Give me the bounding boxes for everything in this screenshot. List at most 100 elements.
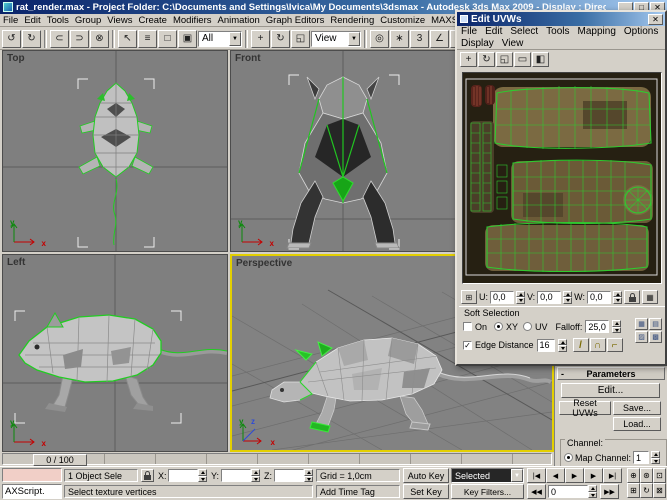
timeline-slider[interactable]: 0 / 100 <box>33 454 87 466</box>
falloff-spinner[interactable] <box>612 320 622 333</box>
vp-nav-zoom-all[interactable]: ⊛ <box>640 468 653 483</box>
menu-rendering[interactable]: Rendering <box>327 15 377 26</box>
uvw-menu-display[interactable]: Display <box>457 38 498 50</box>
map-channel-radio[interactable] <box>564 453 573 462</box>
uvw-tool-scale[interactable]: ◱ <box>496 51 513 67</box>
v-spinner[interactable] <box>563 290 573 304</box>
toolbar-rectangular-region[interactable]: □ <box>158 29 177 48</box>
current-time-field[interactable]: 0 <box>548 485 588 498</box>
menu-customize[interactable]: Customize <box>377 15 428 26</box>
transport-go-to-start[interactable]: |◀ <box>527 468 546 483</box>
vp-nav-zoom-extents[interactable]: ⊡ <box>653 468 666 483</box>
edit-uvws-button[interactable]: Edit... <box>561 383 660 398</box>
time-spinner[interactable] <box>588 485 597 498</box>
z-spinner[interactable] <box>304 469 313 482</box>
viewport-top-label[interactable]: Top <box>7 53 25 64</box>
v-field[interactable]: 0,0 <box>537 290 562 304</box>
previous-key-button[interactable]: ◀◀ <box>527 484 546 499</box>
transport-previous-frame[interactable]: ◀ <box>546 468 565 483</box>
key-filters-button[interactable]: Key Filters... <box>451 484 524 499</box>
toolbar-select-and-manipulate[interactable]: ∗ <box>390 29 409 48</box>
edge-distance-checkbox[interactable]: ✓ <box>463 340 472 350</box>
uvw-tool-freeform-mode[interactable]: ▭ <box>514 51 531 67</box>
key-mode-dropdown[interactable]: Selected ▼ <box>451 468 524 483</box>
snap-grid-toggle[interactable]: ▦ <box>642 290 659 304</box>
y-field[interactable] <box>221 469 251 482</box>
selection-filter-dropdown[interactable]: All ▼ <box>198 30 242 47</box>
soft-sel-paint-soft-selection[interactable]: ▦ <box>635 318 648 330</box>
edge-distance-field[interactable]: 16 <box>536 338 555 352</box>
w-field[interactable]: 0,0 <box>587 290 612 304</box>
toolbar-select-and-move[interactable]: + <box>251 29 270 48</box>
reference-coordinate-dropdown[interactable]: View ▼ <box>311 30 361 47</box>
viewport-left[interactable]: Left x y <box>2 254 228 452</box>
map-channel-spinner[interactable] <box>651 451 661 464</box>
uv-editor-canvas[interactable] <box>462 72 662 284</box>
menu-create[interactable]: Create <box>135 15 170 26</box>
parameters-rollout-header[interactable]: - Parameters <box>557 367 665 380</box>
z-field[interactable] <box>274 469 304 482</box>
map-channel-field[interactable]: 1 <box>633 451 650 464</box>
y-spinner[interactable] <box>251 469 260 482</box>
set-key-button[interactable]: Set Key <box>403 484 449 499</box>
uvw-tool-rotate[interactable]: ↻ <box>478 51 495 67</box>
toolbar-undo[interactable]: ↺ <box>2 29 21 48</box>
maxscript-mini-listener-pink[interactable] <box>2 468 62 482</box>
menu-views[interactable]: Views <box>104 15 135 26</box>
timeline-track[interactable]: 0 / 100 <box>2 453 552 466</box>
uvw-menu-select[interactable]: Select <box>506 26 542 38</box>
selection-lock-button[interactable] <box>141 469 154 482</box>
soft-sel-paint-reset[interactable]: ▩ <box>649 331 662 343</box>
curve-falloff-fast[interactable]: ⌐ <box>606 338 623 352</box>
save-uvws-button[interactable]: Save... <box>613 401 661 415</box>
transport-play[interactable]: ▶ <box>565 468 584 483</box>
uvw-tool-move[interactable]: + <box>460 51 477 67</box>
toolbar-redo[interactable]: ↻ <box>22 29 41 48</box>
toolbar-select-and-link[interactable]: ⊂ <box>50 29 69 48</box>
maxscript-mini-listener[interactable]: AXScript. <box>2 484 62 499</box>
u-field[interactable]: 0,0 <box>490 290 514 304</box>
uvw-menu-view[interactable]: View <box>498 38 528 50</box>
menu-modifiers[interactable]: Modifiers <box>170 15 215 26</box>
uvw-menu-options[interactable]: Options <box>620 26 662 38</box>
auto-key-button[interactable]: Auto Key <box>403 468 449 483</box>
toolbar-select-and-rotate[interactable]: ↻ <box>271 29 290 48</box>
load-uvws-button[interactable]: Load... <box>613 417 661 431</box>
menu-edit[interactable]: Edit <box>21 15 43 26</box>
menu-animation[interactable]: Animation <box>215 15 263 26</box>
viewport-top[interactable]: Top x y <box>2 50 228 252</box>
toolbar-snaps-toggle[interactable]: 3 <box>410 29 429 48</box>
next-key-button[interactable]: ▶▶ <box>600 484 619 499</box>
uvw-menu-mapping[interactable]: Mapping <box>574 26 620 38</box>
falloff-field[interactable]: 25,0 <box>585 320 610 333</box>
edit-uvws-close-button[interactable]: ✕ <box>648 13 663 25</box>
uvw-menu-tools[interactable]: Tools <box>542 26 573 38</box>
menu-file[interactable]: File <box>0 15 21 26</box>
soft-sel-paint-options[interactable]: ▨ <box>635 331 648 343</box>
reset-uvws-button[interactable]: Reset UVWs <box>559 398 611 418</box>
menu-graph-editors[interactable]: Graph Editors <box>263 15 328 26</box>
u-spinner[interactable] <box>516 290 525 304</box>
vp-nav-arc-rotate[interactable]: ↻ <box>640 483 653 498</box>
xy-radio[interactable] <box>494 322 504 331</box>
curve-falloff-linear[interactable]: / <box>572 338 589 352</box>
x-field[interactable] <box>168 469 198 482</box>
viewport-front-label[interactable]: Front <box>235 53 261 64</box>
absolute-offset-toggle[interactable]: ⊞ <box>461 290 477 304</box>
add-time-tag[interactable]: Add Time Tag <box>316 485 400 498</box>
toolbar-bind-to-space-warp[interactable]: ⊗ <box>90 29 109 48</box>
soft-sel-paint-brush[interactable]: ▤ <box>649 318 662 330</box>
uvw-menu-file[interactable]: File <box>457 26 481 38</box>
toolbar-use-pivot-center[interactable]: ◎ <box>370 29 389 48</box>
viewport-perspective-label[interactable]: Perspective <box>236 258 292 269</box>
toolbar-window-crossing[interactable]: ▣ <box>178 29 197 48</box>
toolbar-select-by-name[interactable]: ≡ <box>138 29 157 48</box>
transport-go-to-end[interactable]: ▶| <box>603 468 622 483</box>
transport-next-frame[interactable]: ▶ <box>584 468 603 483</box>
vp-nav-zoom[interactable]: ⊕ <box>627 468 640 483</box>
edit-uvws-title-bar[interactable]: Edit UVWs ✕ <box>457 12 665 26</box>
toolbar-select-object[interactable]: ↖ <box>118 29 137 48</box>
uvw-tool-mirror[interactable]: ◧ <box>532 51 549 67</box>
x-spinner[interactable] <box>198 469 207 482</box>
w-spinner[interactable] <box>613 290 623 304</box>
